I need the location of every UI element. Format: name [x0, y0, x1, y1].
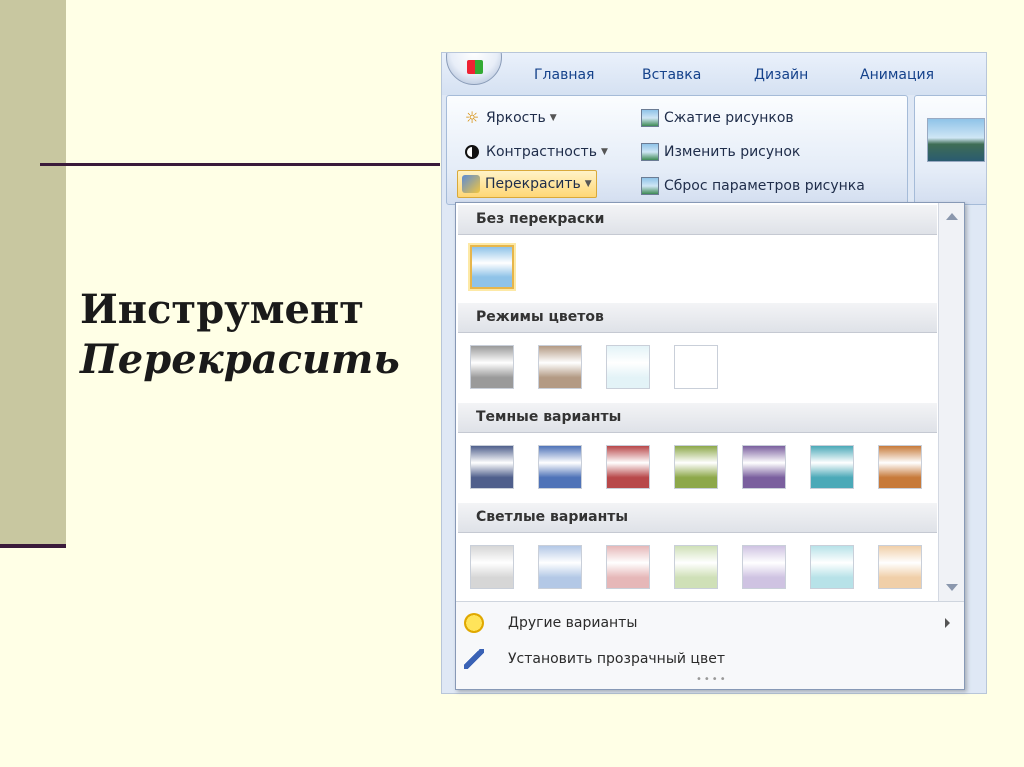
brightness-button[interactable]: ☼ Яркость ▼ [459, 104, 561, 132]
color-mode-swatch-3[interactable] [606, 345, 650, 389]
contrast-button[interactable]: Контрастность ▼ [459, 138, 612, 166]
office-logo-icon [467, 60, 483, 74]
reset-picture-label: Сброс параметров рисунка [664, 178, 865, 194]
gallery-scrollbar[interactable] [938, 203, 964, 601]
dark-variant-swatch-2[interactable] [538, 445, 582, 489]
tab-design[interactable]: Дизайн [754, 67, 808, 83]
scroll-down-icon[interactable] [946, 584, 958, 591]
chevron-right-icon [945, 618, 950, 628]
dark-variant-swatch-1[interactable] [470, 445, 514, 489]
reset-picture-button[interactable]: Сброс параметров рисунка [637, 172, 869, 200]
recolor-label: Перекрасить [485, 176, 581, 192]
section-light-variants: Светлые варианты [458, 503, 937, 533]
ribbon-tab-bar: Главная Вставка Дизайн Анимация [442, 53, 986, 95]
dark-variant-swatch-5[interactable] [742, 445, 786, 489]
color-mode-swatch-1[interactable] [470, 345, 514, 389]
slide-bottom-line [0, 544, 66, 548]
dark-variant-swatch-7[interactable] [878, 445, 922, 489]
eyedropper-icon [464, 649, 484, 669]
ribbon-picture-styles-group [914, 95, 986, 205]
change-picture-icon [641, 143, 659, 161]
color-mode-swatch-4[interactable] [674, 345, 718, 389]
dark-variant-swatch-4[interactable] [674, 445, 718, 489]
resize-grip-icon[interactable]: •••• [696, 674, 728, 685]
compress-pictures-button[interactable]: Сжатие рисунков [637, 104, 798, 132]
chevron-down-icon: ▼ [584, 179, 592, 189]
dark-variant-swatch-6[interactable] [810, 445, 854, 489]
ribbon-adjust-group: ☼ Яркость ▼ Контрастность ▼ Перекрасить … [446, 95, 908, 205]
tab-animation[interactable]: Анимация [860, 67, 934, 83]
dark-variant-swatch-3[interactable] [606, 445, 650, 489]
brightness-label: Яркость [486, 110, 546, 126]
light-variant-swatch-3[interactable] [606, 545, 650, 589]
tab-home[interactable]: Главная [534, 67, 594, 83]
slide-title-line2: Перекрасить [80, 336, 400, 383]
paint-bucket-icon [462, 175, 480, 193]
light-variant-swatch-7[interactable] [878, 545, 922, 589]
light-variant-swatch-2[interactable] [538, 545, 582, 589]
sun-icon: ☼ [464, 108, 480, 127]
recolor-button[interactable]: Перекрасить ▼ [457, 170, 597, 198]
scroll-up-icon[interactable] [946, 213, 958, 220]
light-variant-swatch-6[interactable] [810, 545, 854, 589]
reset-picture-icon [641, 177, 659, 195]
recolor-menu: Другие варианты Установить прозрачный цв… [456, 601, 964, 689]
light-variant-swatch-5[interactable] [742, 545, 786, 589]
slide-left-bar [0, 0, 66, 544]
light-variant-swatch-4[interactable] [674, 545, 718, 589]
set-transparent-color-item[interactable]: Установить прозрачный цвет [456, 642, 964, 676]
change-picture-button[interactable]: Изменить рисунок [637, 138, 804, 166]
more-variants-label: Другие варианты [508, 615, 638, 631]
section-no-recolor: Без перекраски [458, 205, 937, 235]
change-picture-label: Изменить рисунок [664, 144, 801, 160]
color-mode-swatch-2[interactable] [538, 345, 582, 389]
chevron-down-icon: ▼ [549, 113, 557, 123]
contrast-label: Контрастность [486, 144, 597, 160]
chevron-down-icon: ▼ [600, 147, 608, 157]
no-recolor-swatch-1[interactable] [470, 245, 514, 289]
slide-divider-line [40, 163, 440, 166]
contrast-icon [463, 143, 481, 161]
picture-style-thumbnail[interactable] [927, 118, 985, 162]
light-variant-swatch-1[interactable] [470, 545, 514, 589]
section-dark-variants: Темные варианты [458, 403, 937, 433]
section-color-modes: Режимы цветов [458, 303, 937, 333]
more-variants-item[interactable]: Другие варианты [456, 606, 964, 640]
compress-icon [641, 109, 659, 127]
set-transparent-label: Установить прозрачный цвет [508, 651, 725, 667]
slide-title: Инструмент Перекрасить [80, 285, 400, 385]
color-palette-icon [464, 613, 484, 633]
recolor-gallery: Без перекраски Режимы цветов Темные вари… [455, 202, 965, 690]
compress-label: Сжатие рисунков [664, 110, 794, 126]
tab-insert[interactable]: Вставка [642, 67, 701, 83]
slide-title-line1: Инструмент [80, 286, 365, 333]
